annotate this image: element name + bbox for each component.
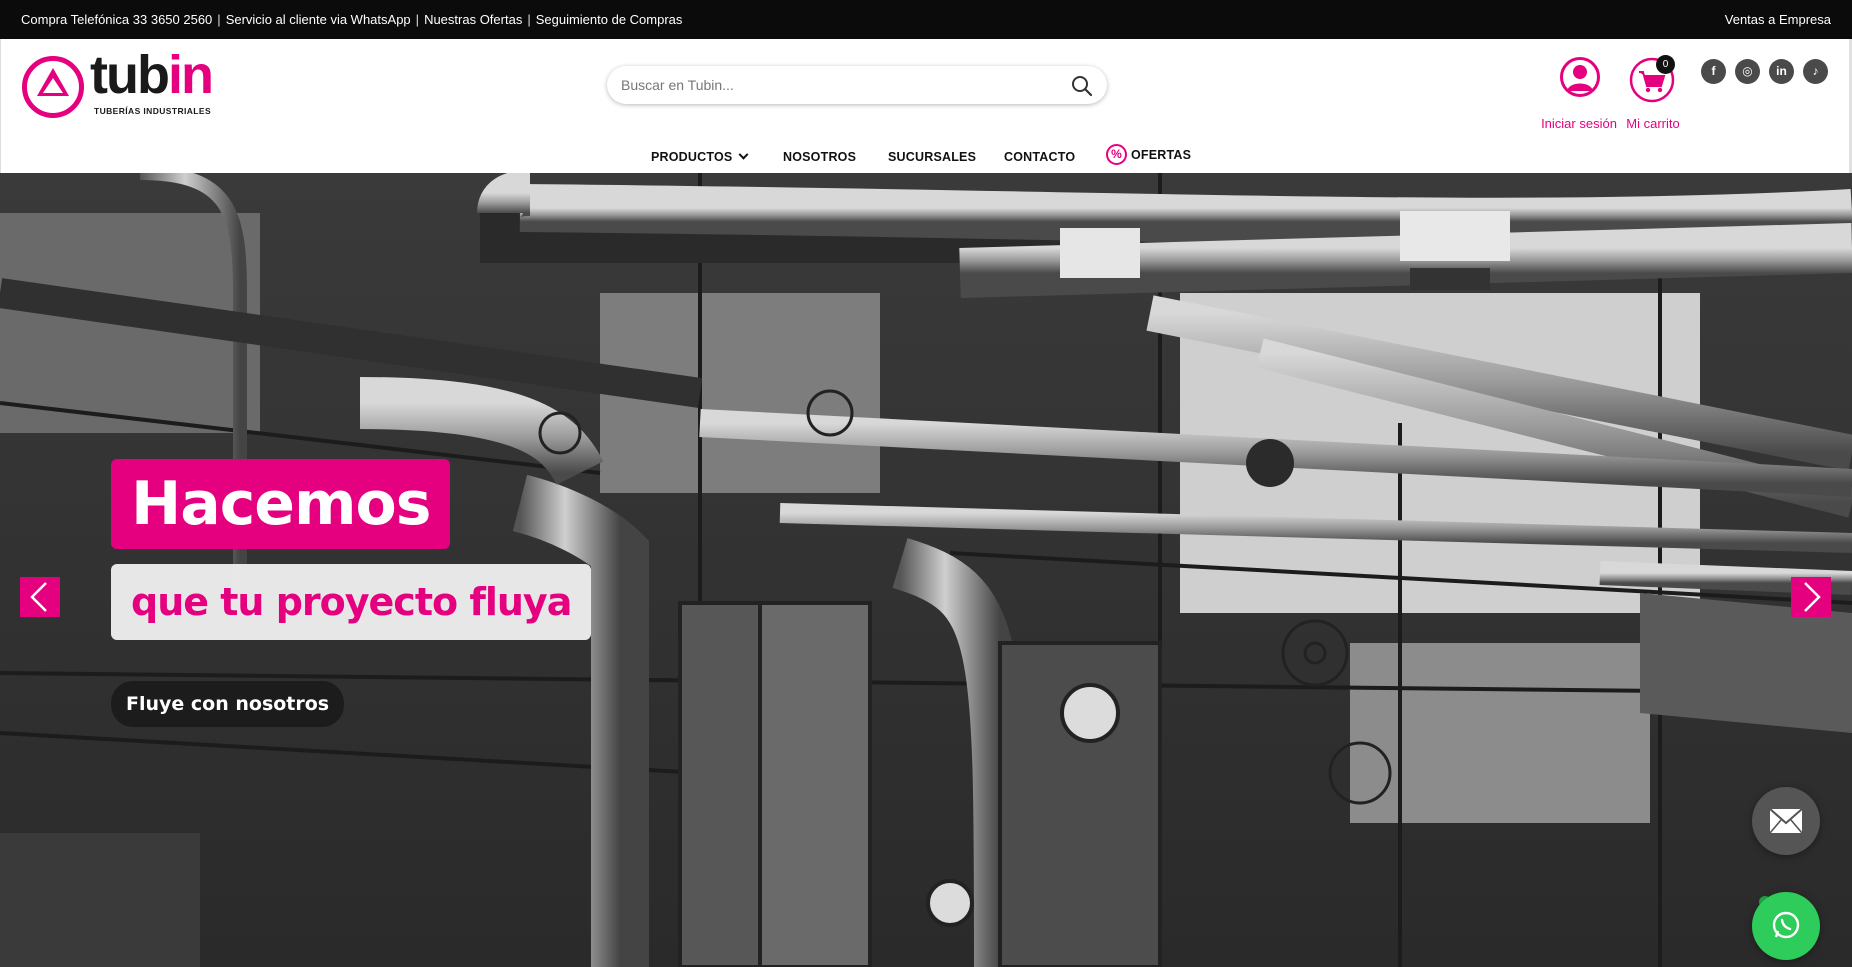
offers-link[interactable]: Nuestras Ofertas (424, 12, 522, 27)
hero-title: Hacemos (131, 469, 431, 539)
nav-item-ofertas[interactable]: OFERTAS (1131, 148, 1191, 162)
hero-subtitle-box: que tu proyecto fluya (111, 564, 592, 640)
cart-label: Mi carrito (1626, 116, 1680, 131)
search-bar (607, 66, 1107, 104)
hero-title-box: Hacemos (111, 459, 451, 549)
user-icon (1560, 57, 1600, 97)
search-input[interactable] (621, 72, 1051, 98)
email-contact-button[interactable] (1752, 787, 1820, 855)
separator: | (527, 12, 531, 27)
instagram-icon[interactable]: ◎ (1735, 59, 1760, 84)
offers-percent-icon: % (1106, 144, 1127, 165)
header: tubin TUBERÍAS INDUSTRIALES Iniciar sesi… (0, 39, 1852, 173)
whatsapp-service-link[interactable]: Servicio al cliente via WhatsApp (226, 12, 411, 27)
search-icon[interactable] (1071, 75, 1093, 97)
nav-item-nosotros[interactable]: NOSOTROS (783, 150, 856, 164)
nav-item-label: PRODUCTOS (651, 150, 733, 164)
logo-word-pink: in (167, 45, 214, 105)
separator: | (415, 12, 420, 27)
cart-button[interactable]: 0 Mi carrito (1613, 55, 1693, 131)
slider-next-button[interactable] (1791, 577, 1831, 617)
whatsapp-icon (1772, 911, 1800, 939)
top-bar: Compra Telefónica 33 3650 2560 | Servici… (0, 0, 1852, 39)
linkedin-icon[interactable]: in (1769, 59, 1794, 84)
phone-purchase-link[interactable]: Compra Telefónica 33 3650 2560 (21, 12, 212, 27)
logo-word-dark: tub (90, 45, 170, 105)
nav-item-contacto[interactable]: CONTACTO (1004, 150, 1075, 164)
top-bar-links: Compra Telefónica 33 3650 2560 | Servici… (21, 12, 682, 27)
envelope-icon (1769, 808, 1803, 834)
separator: | (217, 12, 221, 27)
nav-item-productos[interactable]: PRODUCTOS (651, 149, 749, 164)
hero-subtitle: que tu proyecto fluya (131, 580, 572, 624)
nav-item-sucursales[interactable]: SUCURSALES (888, 150, 976, 164)
logo-wordmark: tubin (90, 45, 214, 105)
hero-cta-label: Fluye con nosotros (126, 693, 330, 715)
main-nav: PRODUCTOS NOSOTROS SUCURSALES CONTACTO %… (1, 143, 1852, 173)
hero-slider: Hacemos que tu proyecto fluya Fluye con … (0, 173, 1852, 967)
hero-cta-button[interactable]: Fluye con nosotros (111, 681, 345, 727)
slider-prev-button[interactable] (20, 577, 60, 617)
chevron-down-icon (739, 149, 749, 160)
chevron-left-icon (30, 582, 47, 612)
cart-count-badge: 0 (1656, 55, 1675, 74)
facebook-icon[interactable]: f (1701, 59, 1726, 84)
social-links: f ◎ in ♪ (1701, 59, 1828, 84)
chevron-right-icon (1804, 582, 1821, 612)
order-tracking-link[interactable]: Seguimiento de Compras (536, 12, 683, 27)
logo-triangle-inner (43, 78, 63, 93)
logo-tagline: TUBERÍAS INDUSTRIALES (94, 106, 212, 116)
whatsapp-button[interactable] (1752, 892, 1820, 960)
business-sales-link[interactable]: Ventas a Empresa (1725, 12, 1831, 27)
logo[interactable]: tubin TUBERÍAS INDUSTRIALES (22, 48, 214, 124)
tiktok-icon[interactable]: ♪ (1803, 59, 1828, 84)
